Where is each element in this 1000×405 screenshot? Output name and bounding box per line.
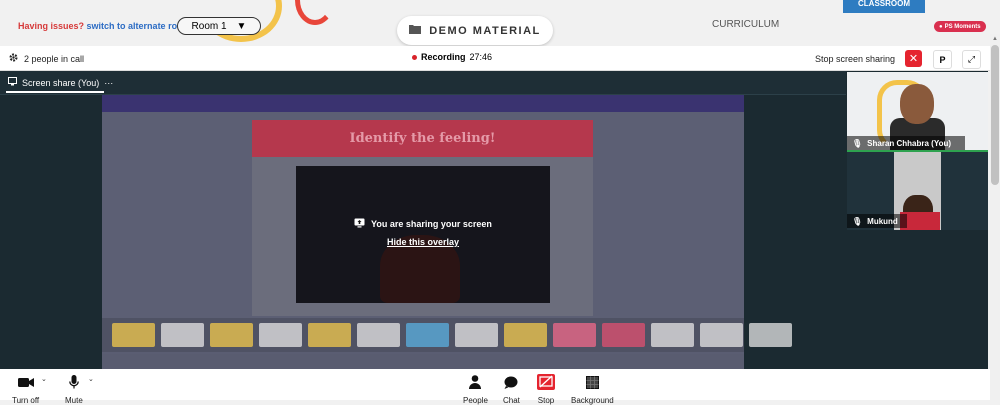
person-icon (469, 374, 482, 390)
participant-name-tag: 🎙 Sharan Chhabra (You) (847, 136, 965, 150)
recording-indicator: Recording 27:46 (412, 52, 492, 62)
slide-thumbnail[interactable] (112, 323, 155, 347)
mute-label: Mute (65, 396, 83, 405)
recording-label: Recording (421, 52, 466, 62)
expand-button[interactable]: ⤢ (962, 50, 981, 69)
stop-screen-sharing-label: Stop screen sharing (815, 54, 896, 64)
sharing-overlay-text: You are sharing your screen (371, 219, 492, 229)
scroll-up-arrow-icon[interactable]: ▲ (990, 34, 1000, 44)
participant-name: Sharan Chhabra (You) (867, 138, 952, 148)
slide-thumbnail[interactable] (455, 323, 498, 347)
slide-thumbnail[interactable] (553, 323, 596, 347)
chevron-down-icon[interactable]: ⌄ (88, 375, 94, 383)
stop-sharing-close-button[interactable]: ✕ (905, 50, 922, 67)
slide-title: Identify the feeling! (252, 120, 593, 157)
camera-icon: ● (939, 23, 943, 30)
slide-thumbnails (102, 318, 792, 352)
share-screen-icon (354, 218, 365, 230)
issues-prefix: Having issues? (18, 21, 85, 31)
screen-share-tab[interactable]: Screen share (You) ··· (8, 77, 113, 88)
turn-off-label: Turn off (12, 396, 40, 405)
alternate-room-link[interactable]: switch to alternate room (87, 21, 191, 31)
slide-thumbnail[interactable] (210, 323, 253, 347)
participant-name-tag: 🎙 Mukund (847, 214, 907, 228)
chat-label: Chat (503, 396, 520, 405)
p-button[interactable]: P (933, 50, 952, 69)
demo-material-button[interactable]: DEMO MATERIAL (397, 16, 553, 45)
recording-time: 27:46 (469, 52, 493, 62)
background-label: Background (571, 396, 614, 405)
people-count: 2 people in call (8, 52, 84, 65)
people-button[interactable]: People (463, 374, 488, 405)
sharing-overlay: You are sharing your screen (296, 218, 550, 230)
caret-down-icon: ▼ (236, 20, 247, 32)
room-select[interactable]: Room 1 ▼ (177, 17, 261, 35)
participant-video (900, 84, 934, 124)
expand-icon: ⤢ (967, 54, 976, 64)
background-icon (585, 374, 599, 390)
screen-share-tab-label: Screen share (You) (22, 77, 100, 88)
mic-icon (69, 374, 79, 390)
stop-sharing-button[interactable]: Stop (537, 374, 555, 405)
stop-label: Stop (537, 396, 555, 405)
room-select-value: Room 1 (191, 20, 227, 32)
shared-app-toolbar (102, 95, 744, 112)
camera-icon (17, 374, 34, 390)
mute-button[interactable]: Mute (65, 374, 83, 405)
ps-moments-label: PS Moments (944, 23, 981, 30)
close-icon: ✕ (908, 53, 919, 65)
background-button[interactable]: Background (571, 374, 614, 405)
slide-thumbnail[interactable] (651, 323, 694, 347)
turn-off-camera-button[interactable]: Turn off (12, 374, 39, 405)
recording-dot-icon (412, 54, 417, 60)
slide-thumbnail[interactable] (357, 323, 400, 347)
chat-button[interactable]: Chat (503, 374, 520, 405)
demo-material-label: DEMO MATERIAL (429, 24, 541, 37)
slide-thumbnail[interactable] (259, 323, 302, 347)
people-label: People (463, 396, 488, 405)
shared-app-statusbar (102, 354, 744, 369)
ps-moments-button[interactable]: ● PS Moments (934, 21, 986, 32)
gear-icon[interactable] (8, 52, 19, 65)
people-count-label: 2 people in call (24, 53, 85, 64)
mic-icon: 🎙 (852, 216, 863, 226)
classroom-tab[interactable]: CLASSROOM (843, 0, 925, 13)
slide-thumbnail[interactable] (749, 323, 792, 347)
folder-icon (409, 24, 422, 37)
scrollbar-thumb[interactable] (991, 45, 999, 185)
screen-share-tab-bar (0, 71, 846, 95)
slide-thumbnail[interactable] (504, 323, 547, 347)
stop-share-icon (537, 374, 555, 390)
curriculum-link[interactable]: CURRICULUM (712, 19, 779, 30)
more-options-icon[interactable]: ··· (104, 78, 113, 88)
screen-share-icon (8, 77, 17, 88)
slide-thumbnail[interactable] (602, 323, 645, 347)
slide-thumbnail[interactable] (308, 323, 351, 347)
slide-thumbnail[interactable] (161, 323, 204, 347)
bottom-toolbar (0, 369, 990, 400)
participant-name: Mukund (867, 216, 898, 226)
issues-notice: Having issues? switch to alternate room (18, 21, 191, 31)
mic-icon: 🎙 (852, 138, 863, 148)
active-tab-underline (6, 91, 104, 93)
slide-thumbnail[interactable] (700, 323, 743, 347)
slide-thumbnail[interactable] (406, 323, 449, 347)
chat-icon (504, 374, 518, 390)
hide-overlay-link[interactable]: Hide this overlay (296, 237, 550, 247)
chevron-down-icon[interactable]: ⌄ (41, 375, 47, 383)
